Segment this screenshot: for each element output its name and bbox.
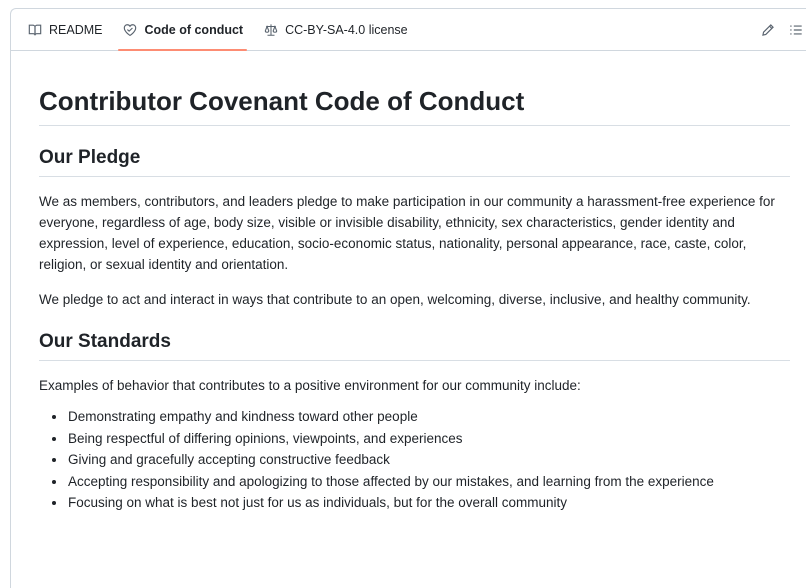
file-tab-bar: README Code of conduct CC-BY-SA-4.0 lice…: [11, 9, 806, 51]
heading-our-pledge: Our Pledge: [39, 146, 790, 177]
tab-actions: [754, 9, 806, 51]
tab-readme-label: README: [49, 22, 103, 37]
markdown-body: Contributor Covenant Code of Conduct Our…: [39, 51, 790, 514]
pledge-paragraph-2: We pledge to act and interact in ways th…: [39, 292, 751, 307]
readme-panel: README Code of conduct CC-BY-SA-4.0 lice…: [10, 8, 806, 588]
pencil-icon[interactable]: [754, 16, 782, 44]
law-scale-icon: [263, 22, 279, 38]
tab-license-label: CC-BY-SA-4.0 license: [285, 22, 408, 37]
tab-readme[interactable]: README: [19, 9, 110, 50]
standards-list: Demonstrating empathy and kindness towar…: [39, 406, 790, 514]
book-icon: [27, 22, 43, 38]
page-title: Contributor Covenant Code of Conduct: [39, 85, 790, 126]
heart-handshake-icon: [122, 22, 138, 38]
list-item: Giving and gracefully accepting construc…: [67, 449, 790, 471]
list-item: Accepting responsibility and apologizing…: [67, 471, 790, 493]
list-item: Being respectful of differing opinions, …: [67, 428, 790, 450]
tab-code-of-conduct-label: Code of conduct: [144, 22, 244, 37]
standards-intro: Examples of behavior that contributes to…: [39, 378, 581, 393]
list-item: Focusing on what is best not just for us…: [67, 492, 790, 514]
list-item: Demonstrating empathy and kindness towar…: [67, 406, 790, 428]
heading-our-standards: Our Standards: [39, 330, 790, 361]
pledge-paragraph-1: We as members, contributors, and leaders…: [39, 194, 775, 272]
tab-code-of-conduct[interactable]: Code of conduct: [114, 9, 251, 51]
list-outline-icon[interactable]: [782, 16, 806, 44]
tab-license[interactable]: CC-BY-SA-4.0 license: [255, 9, 416, 50]
